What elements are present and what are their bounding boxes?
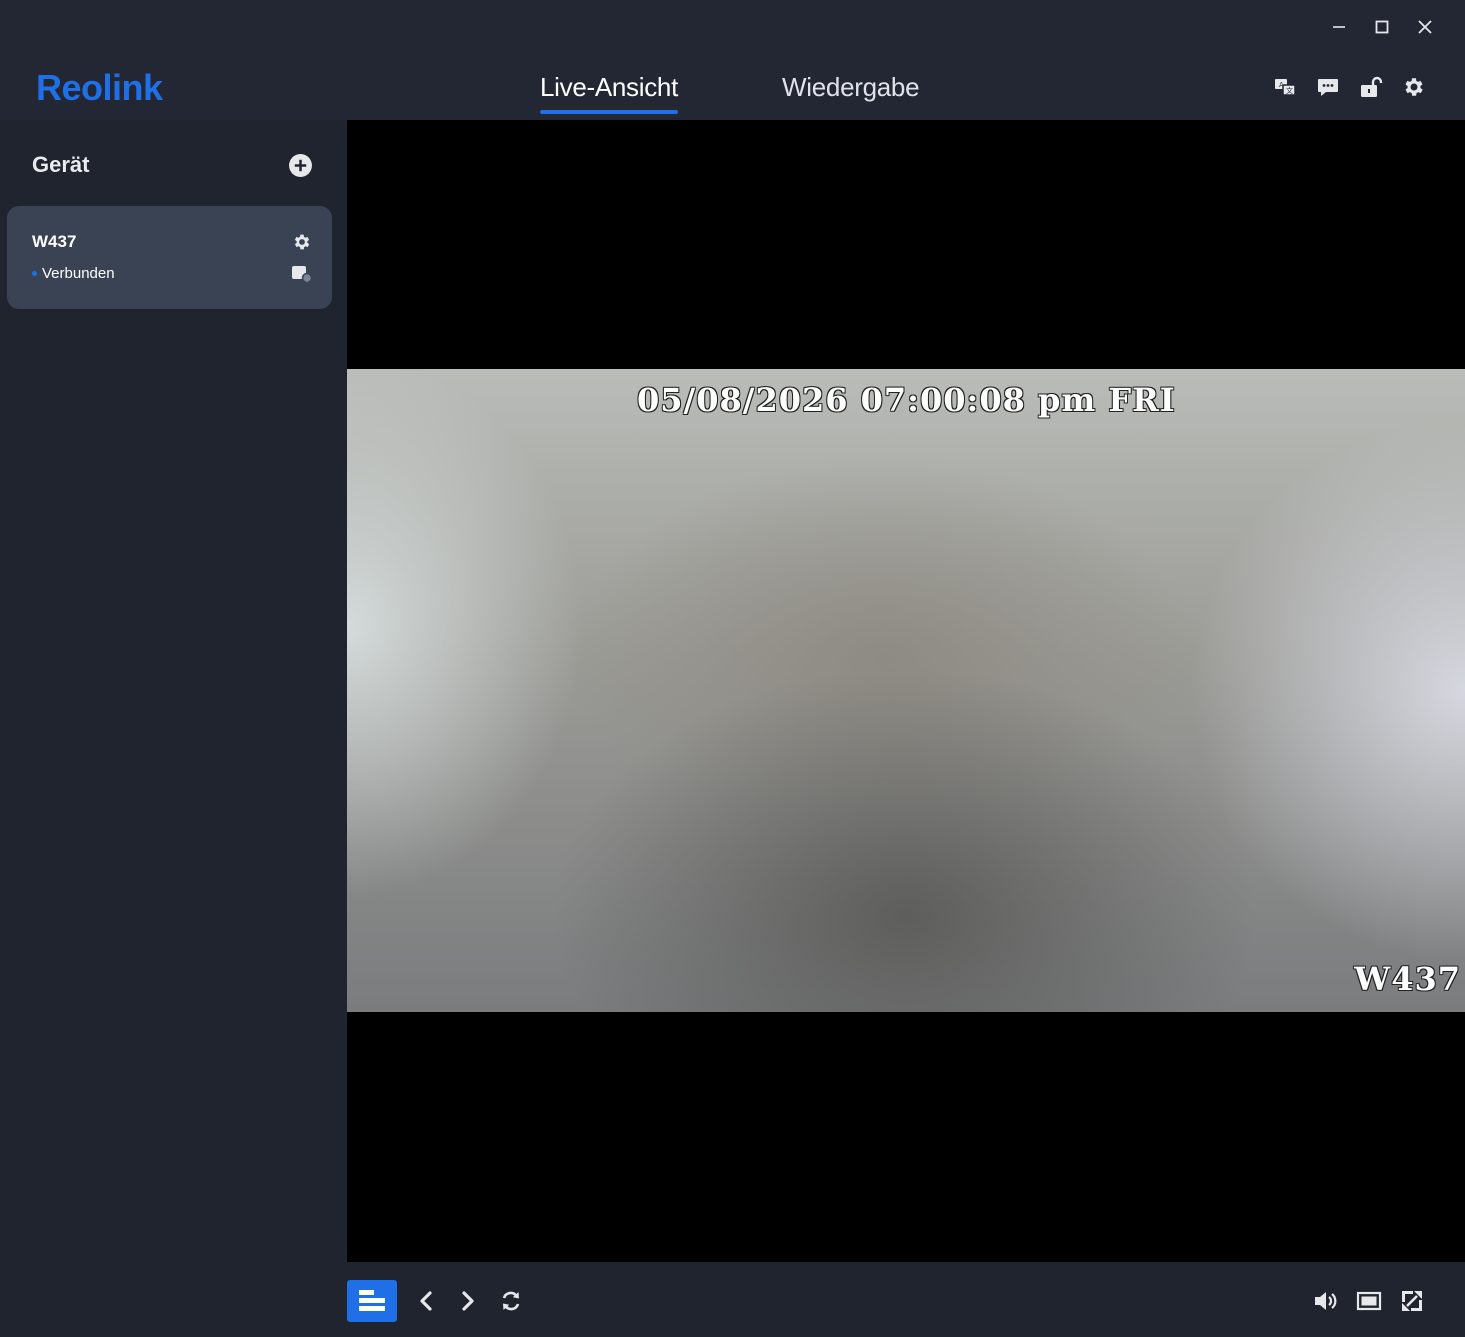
unlock-button[interactable] bbox=[1358, 74, 1384, 100]
camera-status-icon bbox=[292, 266, 313, 284]
minimize-icon bbox=[1332, 25, 1345, 28]
layout-button[interactable] bbox=[347, 1280, 397, 1322]
close-button[interactable] bbox=[1408, 10, 1441, 43]
camera-feed[interactable]: 05/08/2026 07:00:08 pm FRI W437 bbox=[347, 369, 1465, 1012]
minimize-button[interactable] bbox=[1322, 10, 1355, 43]
sidebar-header: Gerät bbox=[32, 150, 313, 180]
refresh-button[interactable] bbox=[498, 1288, 524, 1314]
device-settings-button[interactable] bbox=[292, 232, 312, 252]
settings-button[interactable] bbox=[1401, 74, 1427, 100]
svg-text:A: A bbox=[1279, 81, 1284, 89]
reolink-logo: Reolink bbox=[36, 67, 163, 108]
maximize-icon bbox=[1375, 20, 1388, 33]
osd-datetime: 05/08/2026 07:00:08 pm FRI bbox=[637, 381, 1176, 419]
translate-button[interactable]: A 文 bbox=[1272, 74, 1298, 100]
title-bar: Reolink Live-Ansicht Wiedergabe A 文 bbox=[0, 0, 1465, 120]
volume-icon bbox=[1315, 1292, 1337, 1310]
device-status: Verbunden bbox=[32, 265, 115, 282]
aspect-ratio-button[interactable] bbox=[1356, 1288, 1382, 1314]
gear-icon bbox=[1405, 78, 1423, 96]
refresh-icon bbox=[502, 1291, 520, 1311]
plus-circle-icon bbox=[288, 153, 312, 177]
device-sidebar: Gerät W437 Verbunden bbox=[0, 120, 347, 1337]
header-icons: A 文 bbox=[1272, 74, 1427, 100]
tab-playback[interactable]: Wiedergabe bbox=[782, 70, 920, 104]
svg-text:文: 文 bbox=[1286, 86, 1293, 95]
main-tabs: Live-Ansicht Wiedergabe bbox=[540, 70, 920, 114]
add-device-button[interactable] bbox=[287, 152, 313, 178]
device-item-w437[interactable]: W437 Verbunden bbox=[7, 206, 332, 309]
device-name: W437 bbox=[32, 232, 77, 251]
aspect-ratio-icon bbox=[1356, 1291, 1382, 1311]
bottom-toolbar bbox=[347, 1262, 1465, 1337]
chevron-right-icon bbox=[462, 1291, 474, 1311]
chat-icon bbox=[1318, 79, 1338, 96]
previous-button[interactable] bbox=[413, 1288, 439, 1314]
volume-button[interactable] bbox=[1313, 1288, 1339, 1314]
status-dot bbox=[32, 271, 37, 276]
unlock-icon bbox=[1361, 76, 1383, 97]
fullscreen-icon bbox=[1402, 1291, 1422, 1311]
next-button[interactable] bbox=[455, 1288, 481, 1314]
live-video-area[interactable]: 05/08/2026 07:00:08 pm FRI W437 bbox=[347, 120, 1465, 1262]
fullscreen-button[interactable] bbox=[1399, 1288, 1425, 1314]
device-camera-button[interactable] bbox=[290, 264, 314, 284]
chevron-left-icon bbox=[420, 1291, 432, 1311]
gear-icon bbox=[294, 234, 310, 250]
message-button[interactable] bbox=[1315, 74, 1341, 100]
close-icon bbox=[1417, 19, 1432, 34]
device-status-label: Verbunden bbox=[42, 265, 115, 282]
window-controls bbox=[1322, 10, 1441, 43]
maximize-button[interactable] bbox=[1365, 10, 1398, 43]
osd-camera-name: W437 bbox=[1354, 960, 1461, 998]
sidebar-title: Gerät bbox=[32, 152, 90, 177]
tab-live-view[interactable]: Live-Ansicht bbox=[540, 70, 678, 114]
layout-icon bbox=[359, 1290, 385, 1311]
translate-icon: A 文 bbox=[1275, 79, 1296, 96]
app-window: Reolink Live-Ansicht Wiedergabe A 文 Gerä… bbox=[0, 0, 1465, 1337]
